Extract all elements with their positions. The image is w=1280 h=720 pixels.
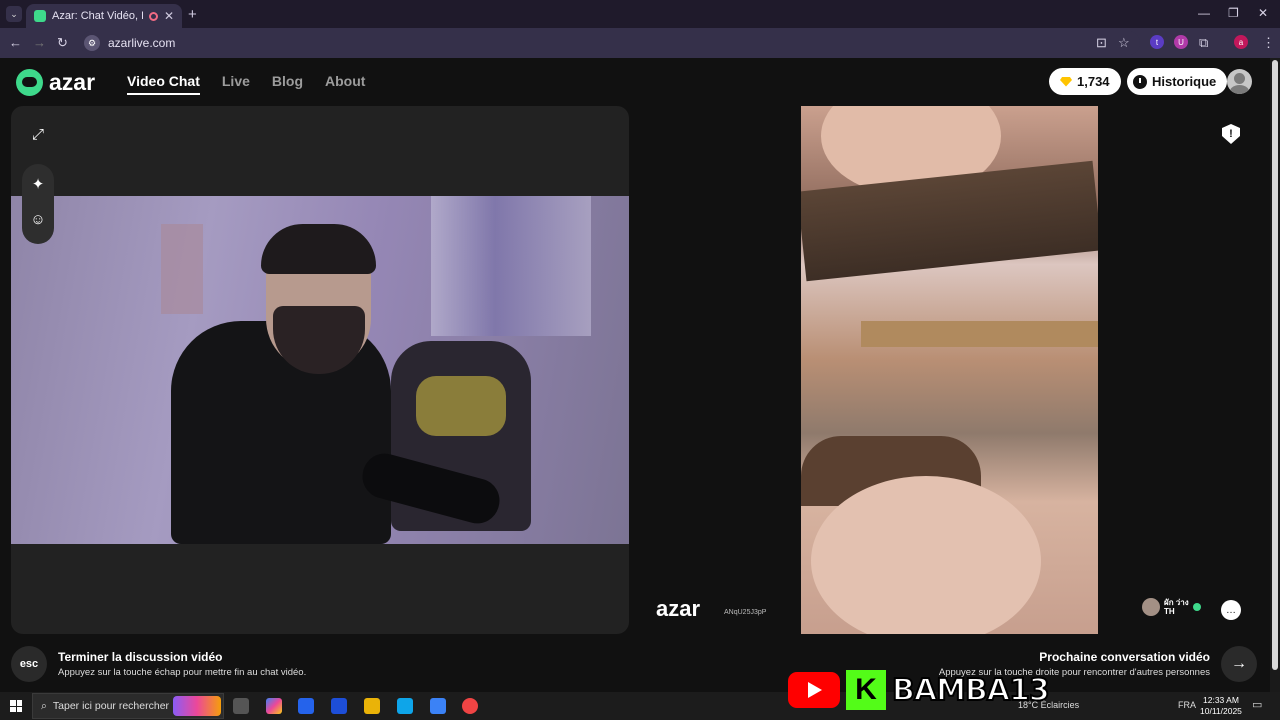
verified-badge-icon [1192,603,1201,611]
face-filter-icon[interactable]: ☺ [25,206,51,232]
clock-time: 12:33 AM [1203,695,1239,705]
chat-bubble-icon[interactable]: … [1221,600,1241,620]
url-text: azarlive.com [108,36,176,50]
main-nav: Video Chat Live Blog About [127,73,365,95]
next-arrow-button[interactable]: → [1221,646,1257,682]
nav-live[interactable]: Live [222,73,250,95]
minimize-button[interactable]: — [1198,6,1210,20]
sparkle-effects-icon[interactable]: ✦ [25,171,51,197]
nav-about[interactable]: About [325,73,365,95]
chrome-icon[interactable] [462,698,478,714]
install-app-icon[interactable]: ⊡ [1096,35,1107,51]
windows-start-icon[interactable] [10,700,22,712]
browser-toolbar: ← → ↻ ⚙ azarlive.com ⊡ ☆ t U ⧉ a ⋮ [0,28,1280,58]
tab-close-icon[interactable]: ✕ [164,9,174,23]
self-video-panel: ⤢ ✦ ☺ [11,106,629,634]
profile-avatar-icon[interactable]: a [1234,35,1248,49]
peer-info[interactable]: ผัก ว่าง TH [1142,598,1201,616]
bookmark-star-icon[interactable]: ☆ [1118,35,1130,51]
file-explorer-icon[interactable] [364,698,380,714]
peer-name: ผัก ว่าง [1164,598,1189,607]
expand-icon[interactable]: ⤢ [25,121,51,147]
history-button[interactable]: Historique [1127,68,1228,95]
history-label: Historique [1152,74,1217,89]
session-id: ANqU25J3pP [724,609,767,616]
reload-button[interactable]: ↻ [57,35,68,51]
address-bar[interactable]: ⚙ azarlive.com [80,31,1140,55]
notification-icon[interactable]: ▭ [1252,698,1262,711]
effects-toolbar: ✦ ☺ [22,164,54,244]
user-avatar[interactable] [1227,69,1252,94]
restore-button[interactable]: ❐ [1228,6,1239,20]
edge-icon[interactable] [397,698,413,714]
taskbar-clock[interactable]: 12:33 AM 10/11/2025 [1200,695,1242,717]
extensions-puzzle-icon[interactable]: ⧉ [1199,35,1208,51]
windows-taskbar: ⌕ Taper ici pour rechercher 18°C Éclairc… [0,692,1280,720]
browser-tab-azar[interactable]: Azar: Chat Vidéo, Rencontr ✕ [26,4,182,28]
self-camera-feed [11,196,629,544]
gem-icon [1060,76,1072,87]
end-call-title: Terminer la discussion vidéo [58,650,223,664]
nav-video-chat[interactable]: Video Chat [127,73,200,95]
azar-page: azar Video Chat Live Blog About 1,734 Hi… [0,58,1280,692]
azar-logo-icon [16,69,43,96]
end-call-esc-button[interactable]: esc [11,646,47,682]
browser-menu-icon[interactable]: ⋮ [1262,35,1275,51]
azar-favicon-icon [34,10,46,22]
end-call-hint: Appuyez sur la touche échap pour mettre … [58,667,307,678]
browser-tab-strip: ⌄ Azar: Chat Vidéo, Rencontr ✕ + — ❐ ✕ [0,0,1280,28]
peer-country: TH [1164,607,1175,616]
task-view-icon[interactable] [233,698,249,714]
taskbar-search[interactable]: ⌕ Taper ici pour rechercher [32,693,224,719]
tab-search-chevron-icon[interactable]: ⌄ [6,6,22,22]
channel-name: BAMBA13 [891,672,1051,709]
azar-logo[interactable]: azar [16,69,95,96]
site-info-icon[interactable]: ⚙ [84,35,100,51]
back-button[interactable]: ← [9,35,22,50]
u-extension-icon[interactable]: U [1174,35,1188,49]
kick-logo-icon: K [846,670,886,710]
tab-title: Azar: Chat Vidéo, Rencontr [52,10,143,22]
azar-watermark: azar [656,596,701,621]
copilot-icon[interactable] [266,698,282,714]
window-close-button[interactable]: ✕ [1258,6,1268,20]
gems-count: 1,734 [1077,74,1110,89]
page-scrollbar[interactable] [1270,58,1280,692]
mail-icon[interactable] [331,698,347,714]
stream-overlay: K BAMBA13 [788,670,1051,710]
new-tab-button[interactable]: + [188,6,197,23]
recording-indicator-icon [148,11,158,21]
next-conversation-title: Prochaine conversation vidéo [1039,650,1210,664]
gems-button[interactable]: 1,734 [1049,68,1121,95]
logo-text: azar [49,69,96,95]
language-indicator[interactable]: FRA [1178,700,1196,710]
nav-blog[interactable]: Blog [272,73,303,95]
report-shield-icon[interactable]: ! [1222,124,1240,144]
partner-video-panel: ! azar ANqU25J3pP ผัก ว่าง TH … [640,106,1260,634]
search-highlight-art [173,696,221,716]
clock-date: 10/11/2025 [1200,706,1242,716]
forward-button[interactable]: → [33,35,46,50]
partner-camera-feed [801,106,1098,634]
app-icon[interactable] [430,698,446,714]
clock-icon [1133,74,1147,89]
t-extension-icon[interactable]: t [1150,35,1164,49]
taskbar-search-placeholder: Taper ici pour rechercher [52,700,170,712]
search-icon: ⌕ [41,699,47,712]
store-icon[interactable] [298,698,314,714]
youtube-icon [788,672,840,708]
peer-avatar [1142,598,1160,616]
